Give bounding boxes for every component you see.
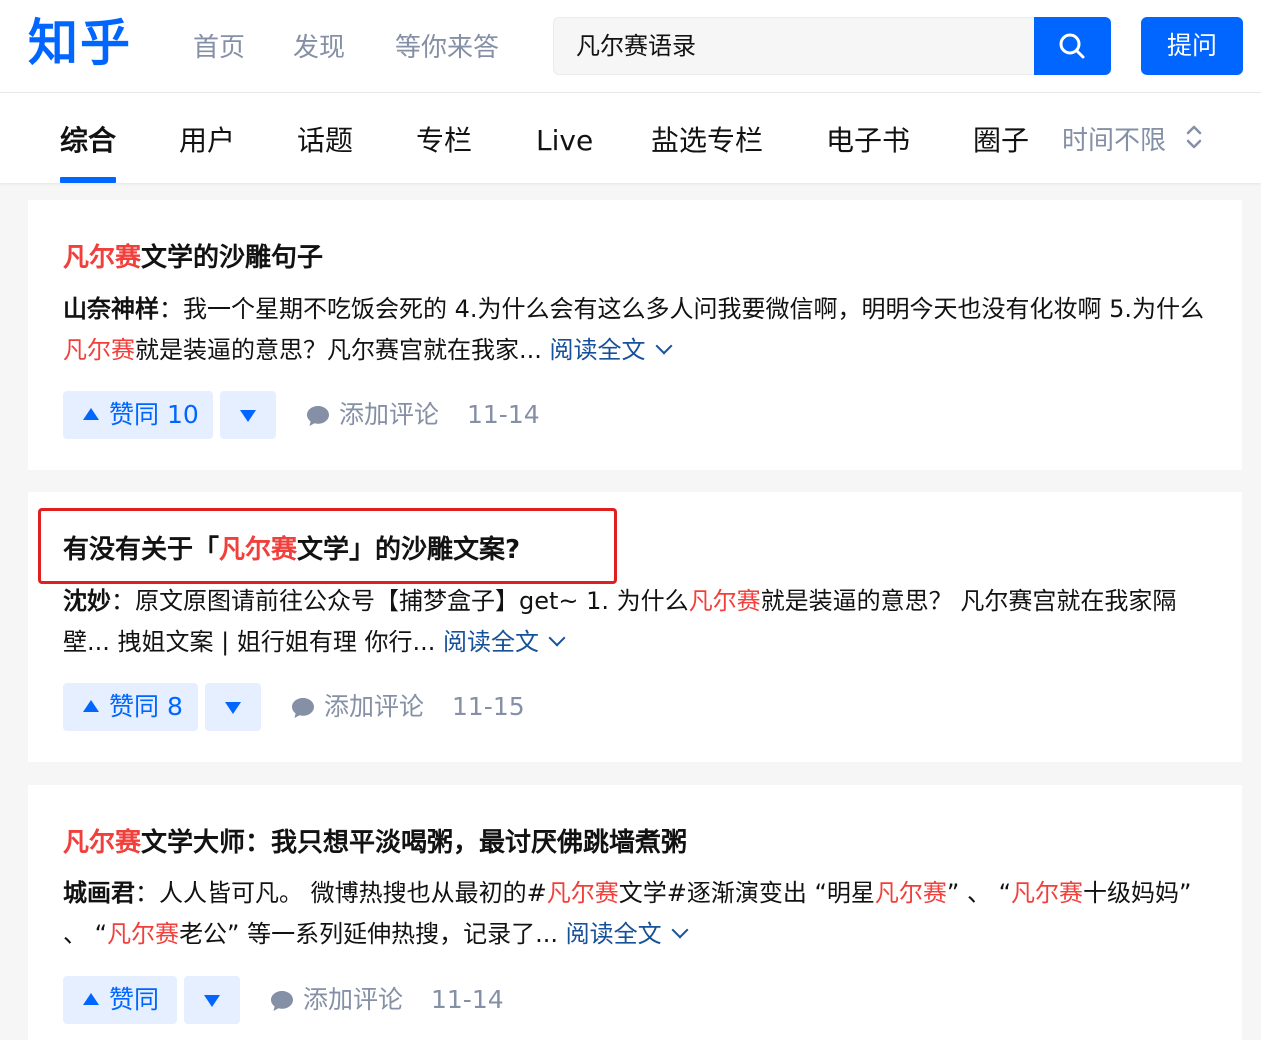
ask-question-button[interactable]: 提问 [1141, 17, 1243, 75]
add-comment-button[interactable]: 添加评论 [270, 976, 403, 1024]
search-input-value[interactable]: 凡尔赛语录 [576, 30, 696, 62]
tab-topics[interactable]: 话题 [297, 121, 353, 161]
search-result-card: 凡尔赛文学的沙雕句子 山奈神样：我一个星期不吃饭会死的 4.为什么会有这么多人问… [28, 200, 1242, 470]
top-bar: 知乎 首页 发现 等你来答 凡尔赛语录 提问 [0, 0, 1261, 93]
author-name[interactable]: 沈妙 [63, 587, 111, 615]
tab-live[interactable]: Live [536, 121, 593, 161]
vote-down-button[interactable] [184, 976, 240, 1024]
vote-down-button[interactable] [205, 683, 261, 731]
vote-up-button[interactable]: 赞同 8 [63, 683, 198, 731]
time-filter-select[interactable]: 时间不限 [1062, 121, 1166, 161]
tab-salt-columns[interactable]: 盐选专栏 [651, 121, 763, 161]
vote-down-icon [204, 995, 220, 1007]
vote-down-button[interactable] [220, 391, 276, 439]
zhihu-logo[interactable]: 知乎 [28, 10, 132, 76]
search-input[interactable]: 凡尔赛语录 [553, 17, 1034, 75]
result-date: 11-14 [467, 400, 540, 429]
comment-icon [307, 406, 329, 426]
comment-icon [292, 698, 314, 718]
comment-icon [271, 991, 293, 1011]
author-name[interactable]: 山奈神样 [63, 295, 159, 323]
nav-discover[interactable]: 发现 [293, 28, 345, 68]
read-more-link[interactable]: 阅读全文 [550, 336, 673, 364]
tab-users[interactable]: 用户 [179, 121, 235, 161]
vote-up-icon [83, 408, 99, 420]
author-name[interactable]: 城画君 [63, 879, 135, 907]
tab-columns[interactable]: 专栏 [416, 121, 472, 161]
result-excerpt[interactable]: 沈妙：原文原图请前往公众号【捕梦盒子】get~ 1. 为什么凡尔赛就是装逼的意思… [63, 581, 1208, 663]
vote-down-icon [225, 702, 241, 714]
vote-up-button[interactable]: 赞同 [63, 976, 177, 1024]
sort-toggle-icon[interactable] [1182, 123, 1206, 151]
tab-all[interactable]: 综合 [60, 121, 116, 161]
vote-up-button[interactable]: 赞同 10 [63, 391, 213, 439]
search-icon [1059, 33, 1085, 59]
chevron-down-icon [671, 921, 689, 939]
add-comment-button[interactable]: 添加评论 [306, 391, 439, 439]
result-excerpt[interactable]: 山奈神样：我一个星期不吃饭会死的 4.为什么会有这么多人问我要微信啊，明明今天也… [63, 289, 1208, 371]
search-result-card: 凡尔赛文学大师：我只想平淡喝粥，最讨厌佛跳墙煮粥 城画君：人人皆可凡。 微博热搜… [28, 785, 1242, 1040]
tab-ebooks[interactable]: 电子书 [826, 121, 910, 161]
vote-up-icon [83, 993, 99, 1005]
search-tab-bar: 综合 用户 话题 专栏 Live 盐选专栏 电子书 圈子 时间不限 [0, 93, 1261, 183]
chevron-down-icon [655, 337, 673, 355]
read-more-link[interactable]: 阅读全文 [566, 920, 689, 948]
nav-waiting-answers[interactable]: 等你来答 [395, 28, 499, 68]
result-date: 11-15 [452, 692, 525, 721]
read-more-link[interactable]: 阅读全文 [443, 628, 566, 656]
active-tab-indicator [60, 177, 116, 183]
vote-down-icon [240, 410, 256, 422]
result-title[interactable]: 凡尔赛文学的沙雕句子 [63, 238, 323, 278]
result-date: 11-14 [431, 985, 504, 1014]
search-button[interactable] [1034, 17, 1111, 75]
add-comment-button[interactable]: 添加评论 [291, 683, 424, 731]
highlight-annotation-box [38, 508, 617, 584]
nav-home[interactable]: 首页 [193, 28, 245, 68]
tab-circles[interactable]: 圈子 [973, 121, 1029, 161]
result-title[interactable]: 凡尔赛文学大师：我只想平淡喝粥，最讨厌佛跳墙煮粥 [63, 823, 687, 863]
result-excerpt[interactable]: 城画君：人人皆可凡。 微博热搜也从最初的#凡尔赛文学#逐渐演变出 “明星凡尔赛”… [63, 873, 1208, 955]
chevron-down-icon [548, 629, 566, 647]
vote-up-icon [83, 700, 99, 712]
